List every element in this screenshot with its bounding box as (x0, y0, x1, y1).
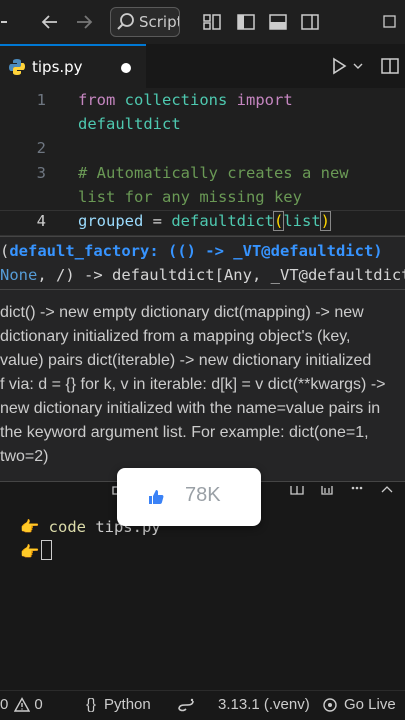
name-token: defaultdict (78, 115, 181, 133)
function-token: defaultdict (171, 212, 274, 230)
split-editor-icon[interactable] (378, 52, 402, 80)
python-interpreter[interactable]: 3.13.1 (.venv) (176, 696, 310, 713)
module-token: collections (115, 91, 237, 109)
argument-token: list (283, 212, 321, 230)
snake-icon (178, 698, 194, 711)
code-line-wrap[interactable]: defaultdict (78, 115, 181, 133)
maximize-icon[interactable] (378, 8, 402, 36)
interpreter-label: 3.13.1 (.venv) (218, 696, 310, 713)
split-terminal-icon[interactable] (290, 484, 306, 496)
trash-icon[interactable] (320, 484, 336, 496)
more-actions-icon[interactable] (350, 484, 366, 496)
line-number: 2 (36, 139, 46, 157)
bracket-close: ) (319, 211, 332, 231)
code-line-active[interactable]: grouped = defaultdict(list) (78, 211, 332, 231)
comment-line[interactable]: # Automatically creates a new (78, 164, 349, 182)
doc-line: two=2) (0, 448, 49, 465)
doc-line: f via: d = {} for k, v in iterable: d[k]… (0, 376, 386, 393)
language-label: Python (104, 696, 151, 713)
thumbs-up-icon (149, 490, 164, 504)
doc-line: dict() -> new empty dictionary dict(mapp… (0, 304, 364, 321)
title-bar: Scripts (0, 0, 405, 44)
terminal-cursor (41, 540, 53, 560)
command-center-search[interactable]: Scripts (110, 7, 180, 37)
signature-help-popup: (default_factory: (() -> _VT@defaultdict… (0, 236, 405, 290)
braces-icon: {} (86, 696, 97, 713)
problems-indicator[interactable]: 0 0 (0, 696, 43, 713)
comment-line-wrap[interactable]: list for any missing key (78, 188, 302, 206)
customize-layout-icon[interactable] (200, 8, 224, 36)
doc-line: new dictionary initialized with the name… (0, 400, 381, 417)
line-number-active: 4 (36, 212, 46, 230)
search-icon (117, 13, 134, 30)
search-label: Scripts (139, 13, 179, 31)
run-dropdown-chevron-icon[interactable] (352, 52, 364, 80)
status-bar: 0 0 {} Python 3.13.1 (.venv) Go Live (0, 690, 405, 720)
menu-edge-icon[interactable] (0, 8, 8, 36)
terminal-input-line[interactable]: 👉 (20, 540, 53, 561)
keyword-token: from (78, 91, 116, 109)
prompt-pointer-icon: 👉 (20, 518, 40, 536)
signature-line-2: None, /) -> defaultdict[Any, _VT@default… (0, 266, 405, 284)
broadcast-icon (323, 697, 337, 712)
doc-line: dictionary initialized from a mapping ob… (0, 328, 351, 345)
toggle-sidebar-icon[interactable] (234, 8, 258, 36)
tab-filename: tips.py (32, 58, 83, 76)
warning-icon (14, 696, 31, 712)
line-number: 3 (36, 164, 46, 182)
code-line[interactable]: from collections import (78, 91, 293, 109)
signature-line-1: (default_factory: (() -> _VT@defaultdict… (0, 242, 383, 260)
chevron-up-icon[interactable] (380, 484, 396, 496)
toggle-panel-icon[interactable] (266, 8, 290, 36)
unsaved-indicator-icon[interactable] (121, 63, 131, 73)
terminal-command: code (48, 518, 86, 536)
back-arrow-icon[interactable] (38, 8, 62, 36)
docstring-popup: dict() -> new empty dictionary dict(mapp… (0, 290, 405, 482)
like-count-overlay[interactable]: 78K (117, 468, 261, 526)
go-live-label: Go Live (344, 696, 396, 713)
python-file-icon (9, 59, 25, 75)
toggle-secondary-sidebar-icon[interactable] (298, 8, 322, 36)
bracket-open: ( (272, 211, 285, 231)
forward-arrow-icon[interactable] (72, 8, 96, 36)
prompt-pointer-icon: 👉 (20, 543, 40, 561)
language-mode[interactable]: {} Python (86, 696, 151, 713)
code-editor[interactable]: 1 from collections import defaultdict 2 … (0, 88, 405, 236)
operator-token: = (143, 212, 172, 230)
doc-line: value) pairs dict(iterable) -> new dicti… (0, 352, 372, 369)
run-icon[interactable] (326, 52, 352, 80)
errors-count: 0 (0, 696, 9, 713)
variable-token: grouped (78, 212, 144, 230)
active-parameter: default_factory: (() -> _VT@defaultdict) (9, 242, 383, 260)
go-live-button[interactable]: Go Live (322, 696, 396, 713)
editor-tab-bar: tips.py (0, 44, 405, 89)
like-count: 78K (185, 484, 221, 506)
tab-tips-py[interactable]: tips.py (0, 44, 146, 88)
line-number: 1 (36, 91, 46, 109)
keyword-token: import (236, 91, 293, 109)
warnings-count: 0 (34, 696, 43, 713)
doc-line: the keyword argument list. For example: … (0, 424, 369, 441)
